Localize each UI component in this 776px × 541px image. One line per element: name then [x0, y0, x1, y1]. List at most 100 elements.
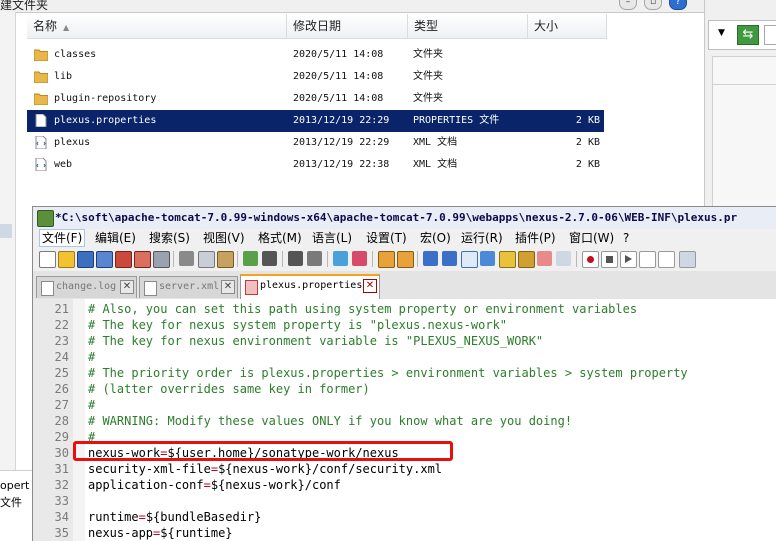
menu-view[interactable]: 视图(V): [203, 229, 245, 247]
doc-map-icon[interactable]: [499, 251, 516, 268]
run-macro-multiple-icon[interactable]: [639, 251, 656, 268]
file-size: [557, 44, 600, 66]
play-macro-icon[interactable]: [620, 251, 637, 268]
menu-format[interactable]: 格式(M): [258, 229, 302, 247]
code-line[interactable]: 31 security-xml-file=${nexus-work}/conf/s…: [33, 461, 776, 477]
file-row-lib[interactable]: lib 2020/5/11 14:08 文件夹: [27, 66, 604, 88]
save-icon[interactable]: [77, 251, 94, 268]
xml-file-icon: [35, 136, 47, 149]
code-line[interactable]: 33: [33, 493, 776, 509]
redo-icon[interactable]: [262, 251, 277, 266]
file-type: 文件夹: [413, 71, 443, 82]
file-row-classes[interactable]: classes 2020/5/11 14:08 文件夹: [27, 44, 604, 66]
menu-macro[interactable]: 宏(O): [420, 229, 451, 247]
menu-bar: 文件(F) 编辑(E) 搜索(S) 视图(V) 格式(M) 语言(L) 设置(T…: [33, 229, 776, 247]
close-tab-icon[interactable]: ✕: [363, 279, 377, 293]
file-row-plexus[interactable]: plexus 2013/12/19 22:29 XML 文档 2 KB: [27, 132, 604, 154]
function-list-icon[interactable]: [518, 251, 535, 268]
print-icon[interactable]: [153, 251, 170, 268]
code-line[interactable]: 26 # (latter overrides same key in former…: [33, 381, 776, 397]
file-name: lib: [54, 71, 73, 82]
stop-macro-icon[interactable]: [601, 251, 618, 268]
menu-search[interactable]: 搜索(S): [149, 229, 190, 247]
monitor-icon[interactable]: [556, 251, 571, 266]
tab-server-xml[interactable]: server.xml ✕: [139, 276, 238, 298]
file-date: 2013/12/19 22:38: [293, 159, 390, 170]
column-header-size[interactable]: 大小: [528, 14, 607, 38]
menu-language[interactable]: 语言(L): [312, 229, 352, 247]
menu-edit[interactable]: 编辑(E): [95, 229, 136, 247]
paste-icon[interactable]: [217, 251, 234, 268]
menu-window[interactable]: 窗口(W): [569, 229, 614, 247]
code-line[interactable]: 35 nexus-app=${runtime}: [33, 525, 776, 541]
word-wrap-icon[interactable]: [423, 251, 438, 266]
annotation-highlight-box: [73, 441, 453, 461]
navigation-pane[interactable]: [0, 12, 16, 540]
column-header-type[interactable]: 类型: [408, 14, 528, 38]
record-macro-icon[interactable]: [582, 251, 599, 268]
show-all-chars-icon[interactable]: [442, 251, 457, 266]
language-icon[interactable]: [480, 251, 495, 266]
code-line[interactable]: 27 #: [33, 397, 776, 413]
find-icon[interactable]: [288, 251, 303, 266]
code-line[interactable]: 22 # The key for nexus system property is…: [33, 317, 776, 333]
close-all-icon[interactable]: [134, 251, 151, 268]
line-number: 30: [54, 446, 69, 460]
undo-icon[interactable]: [243, 251, 258, 266]
save-all-icon[interactable]: [96, 251, 113, 268]
cut-icon[interactable]: [179, 251, 194, 266]
menu-plugins[interactable]: 插件(P): [515, 229, 556, 247]
code-line[interactable]: 34 runtime=${bundleBasedir}: [33, 509, 776, 525]
menu-file[interactable]: 文件(F): [39, 229, 86, 247]
code-line[interactable]: 23 # The key for nexus environment variab…: [33, 333, 776, 349]
column-header-name-label: 名称: [33, 19, 58, 33]
sync-vertical-icon[interactable]: [378, 251, 395, 268]
refresh-icon[interactable]: ⇆: [737, 25, 759, 45]
file-size: 2 KB: [575, 137, 600, 148]
menu-help[interactable]: ?: [623, 229, 629, 247]
code-line[interactable]: 21 # Also, you can set this path using sy…: [33, 301, 776, 317]
file-row-web[interactable]: web 2013/12/19 22:38 XML 文档 2 KB: [27, 154, 604, 176]
indent-guide-icon[interactable]: [461, 251, 478, 268]
column-header-date[interactable]: 修改日期: [287, 14, 408, 38]
open-file-icon[interactable]: [58, 251, 75, 268]
menu-run[interactable]: 运行(R): [461, 229, 503, 247]
line-number: 27: [54, 398, 69, 412]
file-date: 2020/5/11 14:08: [293, 71, 384, 82]
new-file-icon[interactable]: [39, 251, 56, 268]
chevron-down-icon[interactable]: ▼: [718, 28, 725, 38]
code-line[interactable]: 28 # WARNING: Modify these values ONLY if…: [33, 413, 776, 429]
code-editor[interactable]: 21 # Also, you can set this path using sy…: [33, 299, 776, 541]
save-macro-icon[interactable]: [658, 251, 675, 268]
close-tab-icon[interactable]: ✕: [120, 280, 134, 294]
search-input[interactable]: [764, 25, 776, 45]
zoom-in-icon[interactable]: [333, 251, 348, 266]
folder-as-workspace-icon[interactable]: [537, 251, 552, 266]
column-header-name[interactable]: 名称 ▲: [27, 14, 287, 38]
sync-horizontal-icon[interactable]: [397, 251, 414, 268]
code-line[interactable]: 24 #: [33, 349, 776, 365]
code-line[interactable]: 32 application-conf=${nexus-work}/conf: [33, 477, 776, 493]
line-text: # The key for nexus system property is "…: [88, 318, 508, 332]
code-line[interactable]: 25 # The priority order is plexus.propert…: [33, 365, 776, 381]
line-text: application-conf=${nexus-work}/conf: [88, 477, 341, 493]
close-tab-icon[interactable]: ✕: [221, 280, 235, 294]
file-row-plexus-properties[interactable]: plexus.properties 2013/12/19 22:29 PROPE…: [27, 110, 604, 132]
window-title-bar[interactable]: *C:\soft\apache-tomcat-7.0.99-windows-x6…: [33, 207, 776, 230]
replace-icon[interactable]: [307, 251, 322, 266]
close-icon[interactable]: [115, 251, 132, 268]
line-text: #: [88, 398, 96, 412]
file-row-plugin-repository[interactable]: plugin-repository 2020/5/11 14:08 文件夹: [27, 88, 604, 110]
copy-icon[interactable]: [198, 251, 215, 268]
toolbar-extra-icon[interactable]: [679, 251, 696, 268]
tab-plexus-properties[interactable]: plexus.properties ✕: [240, 274, 380, 299]
zoom-out-icon[interactable]: [352, 251, 367, 266]
help-icon[interactable]: ?: [669, 0, 687, 10]
tab-change-log[interactable]: change.log ✕: [36, 276, 137, 298]
navigation-selected-item[interactable]: [0, 224, 12, 238]
line-number: 26: [54, 382, 69, 396]
restore-icon[interactable]: ▫: [644, 0, 662, 10]
line-number: 25: [54, 366, 69, 380]
menu-settings[interactable]: 设置(T): [366, 229, 407, 247]
minimize-icon[interactable]: –: [619, 0, 637, 10]
